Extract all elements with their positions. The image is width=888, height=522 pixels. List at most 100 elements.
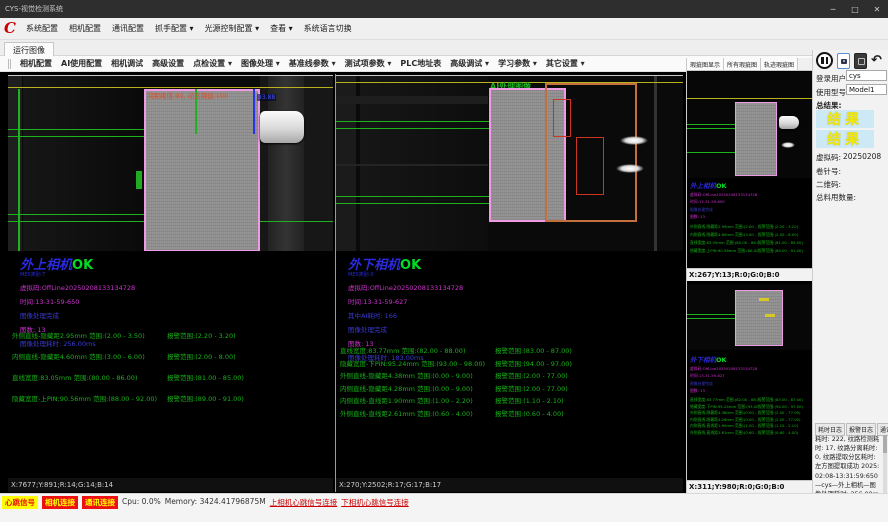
overlay-red-rect — [553, 99, 571, 137]
alarm-range: 报警范围:(2.00 - 77.00) — [495, 383, 568, 396]
menu-item[interactable]: 查看 ▾ — [270, 23, 293, 34]
menu-item[interactable]: 系统配置 — [26, 23, 58, 34]
toolbar-grip-icon[interactable] — [8, 59, 11, 69]
middle-measurement-list: 直线宽度:83.77mm 范围:(82.00 - 88.00) 报警范围:(83… — [340, 345, 680, 420]
left-camera-view[interactable]: 93.88 间距阈值:93, 动态阈值:100 外上相机OK MES类别:T 虚… — [8, 74, 333, 492]
toolbar-item[interactable]: 高级设置 — [152, 58, 184, 69]
mini-view-column: 瑕疵图显示所有瑕疵图轨迹瑕疵图 外上相机OK 虚拟码:OffLine202502… — [686, 58, 812, 493]
comm-link-badge: 通讯连接 — [82, 496, 118, 509]
maximize-button[interactable]: □ — [844, 0, 866, 18]
measurement-name: 内侧直线-隐藏距4.60mm 范围:(3.00 - 6.00) — [690, 232, 758, 240]
model-field[interactable]: Model1 — [846, 84, 887, 95]
gripper-part — [779, 116, 799, 129]
toolbar-item[interactable]: 基准线参数 ▾ — [289, 58, 336, 69]
toolbar-item[interactable]: 其它设置 ▾ — [546, 58, 585, 69]
toolbar-item[interactable]: 点检设置 ▾ — [193, 58, 232, 69]
overlay-green-line — [336, 196, 489, 197]
heartbeat-badge: 心跳信号 — [2, 496, 38, 509]
alarm-range: 报警范围:(89.00 - 91.00) — [758, 248, 803, 256]
camera-link-badge: 相机连接 — [42, 496, 78, 509]
overlay-green-line — [8, 214, 144, 215]
overlay-green-line — [336, 203, 489, 204]
middle-camera-view[interactable]: AI处理图像 外下相机OK MES类别:0 虚拟码:OffLine2025020… — [335, 74, 682, 492]
menu-item[interactable]: 光源控制配置 ▾ — [205, 23, 260, 34]
measurement-row: 隐藏宽度-下PIN:95.24mm 范围:(93.00 - 98.00) 报警范… — [340, 358, 680, 371]
measurement-row: 隐藏宽度-上PIN:90.56mm 范围:(88.00 - 92.00) 报警范… — [12, 393, 330, 414]
menu-items: 系统配置相机配置通讯配置抓手配置 ▾ 光源控制配置 ▾ 查看 ▾ 系统语言切换 — [26, 23, 352, 34]
mini-view-tab[interactable]: 所有瑕疵图 — [724, 58, 761, 70]
alarm-range: 报警范围:(2.00 - 77.00) — [495, 370, 568, 383]
menu-item[interactable]: 抓手配置 ▾ — [155, 23, 194, 34]
mini-bottom-image[interactable] — [687, 284, 813, 350]
overlay-green-line — [687, 152, 735, 153]
pause-button[interactable] — [816, 52, 833, 69]
sidebar-buttons: ↶ — [816, 52, 882, 69]
alarm-range: 报警范围:(0.60 - 4.00) — [495, 408, 564, 421]
close-button[interactable]: ✕ — [866, 0, 888, 18]
toolbar-item[interactable]: 测试项参数 ▾ — [345, 58, 392, 69]
toolbar-item[interactable]: AI使用配置 — [61, 58, 102, 69]
camera-snapshot-button[interactable] — [837, 53, 850, 69]
reflection-glint — [620, 136, 648, 145]
overlay-green-line — [336, 121, 489, 122]
measurement-name: 直线宽度:83.05mm 范围:(80.00 - 86.00) — [690, 240, 758, 248]
model-label: 使用型号: — [816, 87, 849, 98]
record-button[interactable] — [854, 53, 867, 69]
alarm-range: 报警范围:(83.00 - 87.00) — [495, 345, 572, 358]
count-line: 图数: 13 — [690, 214, 810, 220]
texture-layer — [336, 164, 488, 166]
menubar: C 系统配置相机配置通讯配置抓手配置 ▾光源控制配置 ▾查看 ▾系统语言切换 — [0, 18, 888, 40]
done-line: 图像处理完成 — [690, 381, 810, 387]
toolbar-item[interactable]: 相机调试 — [111, 58, 143, 69]
done-line: 图像处理完成 — [348, 324, 463, 334]
menu-item[interactable]: 相机配置 — [69, 23, 101, 34]
measurement-row: 外侧直线-隐藏距4.38mm 范围:(0.00 - 9.00) 报警范围:(2.… — [340, 370, 680, 383]
status-ok: OK — [400, 258, 421, 273]
menu-item[interactable]: 系统语言切换 — [304, 23, 352, 34]
measurement-name: 外侧直线-隐藏距4.38mm 范围:(0.00 - 9.00) — [340, 370, 495, 383]
toolbar-item[interactable]: 高级调试 ▾ — [450, 58, 489, 69]
measurement-name: 内侧直线-直线距1.90mm 范围:(1.00 - 2.20) — [340, 395, 495, 408]
mini-view-tab[interactable]: 轨迹瑕疵图 — [761, 58, 798, 70]
mini-view-tab[interactable]: 瑕疵图显示 — [687, 58, 724, 70]
tab-run-image[interactable]: 运行图像 — [4, 42, 54, 56]
pause-icon — [821, 57, 824, 64]
toolbar-item[interactable]: 学习参数 ▾ — [498, 58, 537, 69]
left-camera-image[interactable]: 93.88 间距阈值:93, 动态阈值:100 — [8, 75, 333, 251]
toolbar-item[interactable]: 图像处理 ▾ — [241, 58, 280, 69]
camera-lens-icon — [843, 60, 845, 62]
upper-camera-heartbeat-link[interactable]: 上相机心跳信号连接 — [270, 496, 338, 508]
lower-camera-heartbeat-link[interactable]: 下相机心跳信号连接 — [341, 496, 409, 508]
menu-item[interactable]: 通讯配置 — [112, 23, 144, 34]
toolbar-item[interactable]: 相机配置 — [20, 58, 52, 69]
alarm-range: 报警范围:(2.20 - 3.20) — [167, 330, 236, 351]
overlay-red-rect — [576, 137, 604, 195]
alarm-range: 报警范围:(2.00 - 8.00) — [167, 351, 236, 372]
log-scrollbar[interactable] — [883, 435, 887, 493]
overlay-yellow-tag — [759, 298, 769, 301]
overlay-blue-marker — [253, 89, 255, 134]
middle-camera-image[interactable]: AI处理图像 — [336, 75, 683, 251]
overlay-yellow-tag — [765, 314, 775, 317]
alarm-range: 报警范围:(81.00 - 85.00) — [167, 372, 244, 393]
texture-layer — [23, 76, 143, 251]
mini-measurement-list: 外侧直线-隐藏距2.95mm 范围:(2.00 - 3.50) 报警范围:(2.… — [690, 224, 810, 256]
overlay-green-line — [687, 124, 735, 125]
overlay-green-line — [336, 128, 489, 129]
status-ok: OK — [72, 258, 93, 273]
measurement-row: 隐藏宽度-上PIN:90.56mm 范围:(88.00 - 92.00) 报警范… — [690, 248, 810, 256]
back-arrow-button[interactable]: ↶ — [871, 54, 882, 67]
mini-camera-title: 外下相机OK — [690, 354, 810, 364]
minimize-button[interactable]: ─ — [822, 0, 844, 18]
toolbar-item[interactable]: PLC地址表 — [400, 58, 441, 69]
statusbar: 心跳信号 相机连接 通讯连接 Cpu: 0.0% Memory: 3424.41… — [0, 493, 888, 522]
vcode-label: 虚拟码: — [816, 152, 841, 163]
alarm-range: 报警范围:(0.60 - 4.00) — [758, 430, 798, 437]
pin-label: 卷针号: — [816, 166, 841, 177]
mini-top-coordinate-bar: X:267;Y:13;R:0;G:0;B:0 — [687, 268, 813, 281]
login-user-field[interactable]: cys — [846, 70, 887, 81]
mini-top-image[interactable] — [687, 72, 813, 178]
reflection-glint — [781, 142, 795, 148]
overlay-green-line — [8, 129, 144, 130]
scrollbar-thumb[interactable] — [883, 435, 887, 453]
